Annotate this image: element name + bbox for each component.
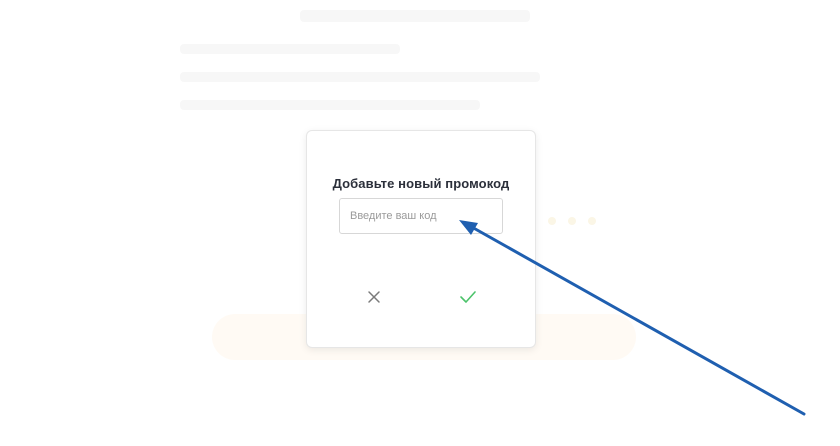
bg-text-line <box>300 10 530 22</box>
check-icon <box>460 291 476 303</box>
dialog-title: Добавьте новый промокод <box>332 176 510 191</box>
close-icon <box>368 291 380 303</box>
bg-text-line <box>180 72 540 82</box>
bg-text-line <box>180 100 480 110</box>
cancel-button[interactable] <box>362 285 386 309</box>
promo-code-dialog: Добавьте новый промокод <box>306 130 536 348</box>
screen: Добавьте новый промокод <box>0 0 840 446</box>
bg-text-line <box>180 44 400 54</box>
promo-code-input[interactable] <box>339 198 503 234</box>
confirm-button[interactable] <box>456 285 480 309</box>
bg-dots <box>548 212 608 225</box>
